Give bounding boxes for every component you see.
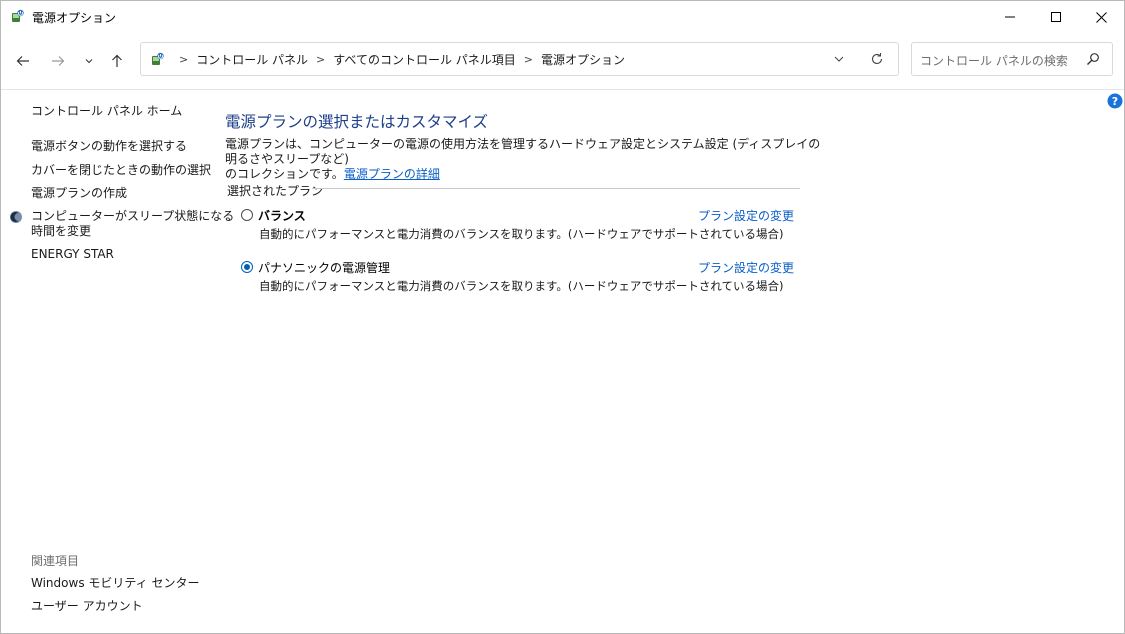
sidebar-link-control-panel-home[interactable]: コントロール パネル ホーム [31, 104, 182, 119]
forward-arrow-icon [52, 56, 65, 66]
minimize-icon [1005, 16, 1015, 18]
close-icon [1095, 11, 1107, 23]
search-input[interactable]: コントロール パネルの検索 [911, 42, 1113, 76]
address-bar[interactable]: > コントロール パネル > すべてのコントロール パネル項目 > 電源オプショ… [140, 42, 899, 76]
page-title: 電源プランの選択またはカスタマイズ [225, 113, 489, 131]
maximize-icon [1051, 12, 1061, 22]
recent-chevron-icon [85, 59, 93, 64]
sidebar-link-energy-star[interactable]: ENERGY STAR [31, 247, 114, 262]
plan-balanced-change-settings-link[interactable]: プラン設定の変更 [698, 207, 794, 224]
power-options-icon [152, 52, 164, 65]
back-arrow-icon [16, 56, 29, 66]
page-description: 電源プランは、コンピューターの電源の使用方法を管理するハードウェア設定とシステム… [225, 137, 825, 182]
search-icon [1087, 53, 1099, 65]
back-button[interactable] [11, 49, 35, 73]
breadcrumb-separator: > [179, 52, 189, 66]
sidebar-link-power-button[interactable]: 電源ボタンの動作を選択する [31, 139, 187, 154]
up-arrow-icon [112, 54, 122, 67]
related-items-heading: 関連項目 [31, 554, 80, 568]
svg-text:?: ? [1112, 95, 1118, 108]
shield-icon [10, 211, 22, 223]
breadcrumb: > コントロール パネル > すべてのコントロール パネル項目 > 電源オプショ… [171, 43, 625, 75]
chevron-down-icon[interactable] [831, 51, 847, 67]
description-line1: 電源プランは、コンピューターの電源の使用方法を管理するハードウェア設定とシステム… [225, 137, 821, 166]
recent-locations-button[interactable] [77, 49, 101, 73]
sidebar-link-lid-close[interactable]: カバーを閉じたときの動作の選択 [31, 163, 211, 178]
close-button[interactable] [1078, 1, 1124, 33]
maximize-button[interactable] [1033, 1, 1079, 33]
help-icon[interactable]: ? [1107, 93, 1123, 109]
breadcrumb-item-control-panel[interactable]: コントロール パネル [196, 51, 308, 68]
plan-balanced-description: 自動的にパフォーマンスと電力消費のバランスを取ります。(ハードウェアでサポートさ… [259, 227, 784, 241]
sidebar-link-create-plan[interactable]: 電源プランの作成 [31, 186, 127, 201]
sidebar-link-sleep-time-line2[interactable]: 時間を変更 [31, 224, 91, 239]
plan-panasonic-description: 自動的にパフォーマンスと電力消費のバランスを取ります。(ハードウェアでサポートさ… [259, 279, 784, 293]
refresh-icon[interactable] [869, 51, 885, 67]
navigation-bar: > コントロール パネル > すべてのコントロール パネル項目 > 電源オプショ… [1, 33, 1124, 90]
selected-plan-heading: 選択されたプラン [227, 184, 324, 198]
power-plan-details-link[interactable]: 電源プランの詳細 [344, 167, 440, 181]
left-task-pane: コントロール パネル ホーム 電源ボタンの動作を選択する カバーを閉じたときの動… [1, 90, 234, 633]
window-title: 電源オプション [32, 11, 117, 25]
related-link-user-accounts[interactable]: ユーザー アカウント [31, 599, 143, 614]
title-bar: 電源オプション [1, 1, 1124, 33]
breadcrumb-item-all-items[interactable]: すべてのコントロール パネル項目 [333, 51, 516, 68]
minimize-button[interactable] [987, 1, 1033, 33]
plan-panasonic-radio[interactable] [241, 261, 253, 273]
power-options-icon [12, 9, 24, 22]
breadcrumb-separator: > [316, 52, 326, 66]
plan-panasonic-change-settings-link[interactable]: プラン設定の変更 [698, 259, 794, 276]
description-line2: のコレクションです。 [225, 167, 344, 181]
breadcrumb-item-power-options[interactable]: 電源オプション [541, 51, 625, 68]
related-link-mobility-center[interactable]: Windows モビリティ センター [31, 576, 199, 591]
breadcrumb-separator: > [523, 52, 533, 66]
plan-balanced-radio[interactable] [241, 209, 253, 221]
section-divider [312, 188, 800, 189]
forward-button[interactable] [46, 49, 70, 73]
up-button[interactable] [105, 49, 129, 73]
window: 電源オプション > コントロール パネル > すべてのコントロール パネル項目 … [0, 0, 1125, 634]
plan-balanced-name[interactable]: バランス [258, 207, 306, 224]
sidebar-link-sleep-time-line1[interactable]: コンピューターがスリープ状態になる [31, 209, 234, 224]
search-placeholder: コントロール パネルの検索 [920, 54, 1068, 68]
plan-panasonic-name[interactable]: パナソニックの電源管理 [258, 259, 390, 276]
